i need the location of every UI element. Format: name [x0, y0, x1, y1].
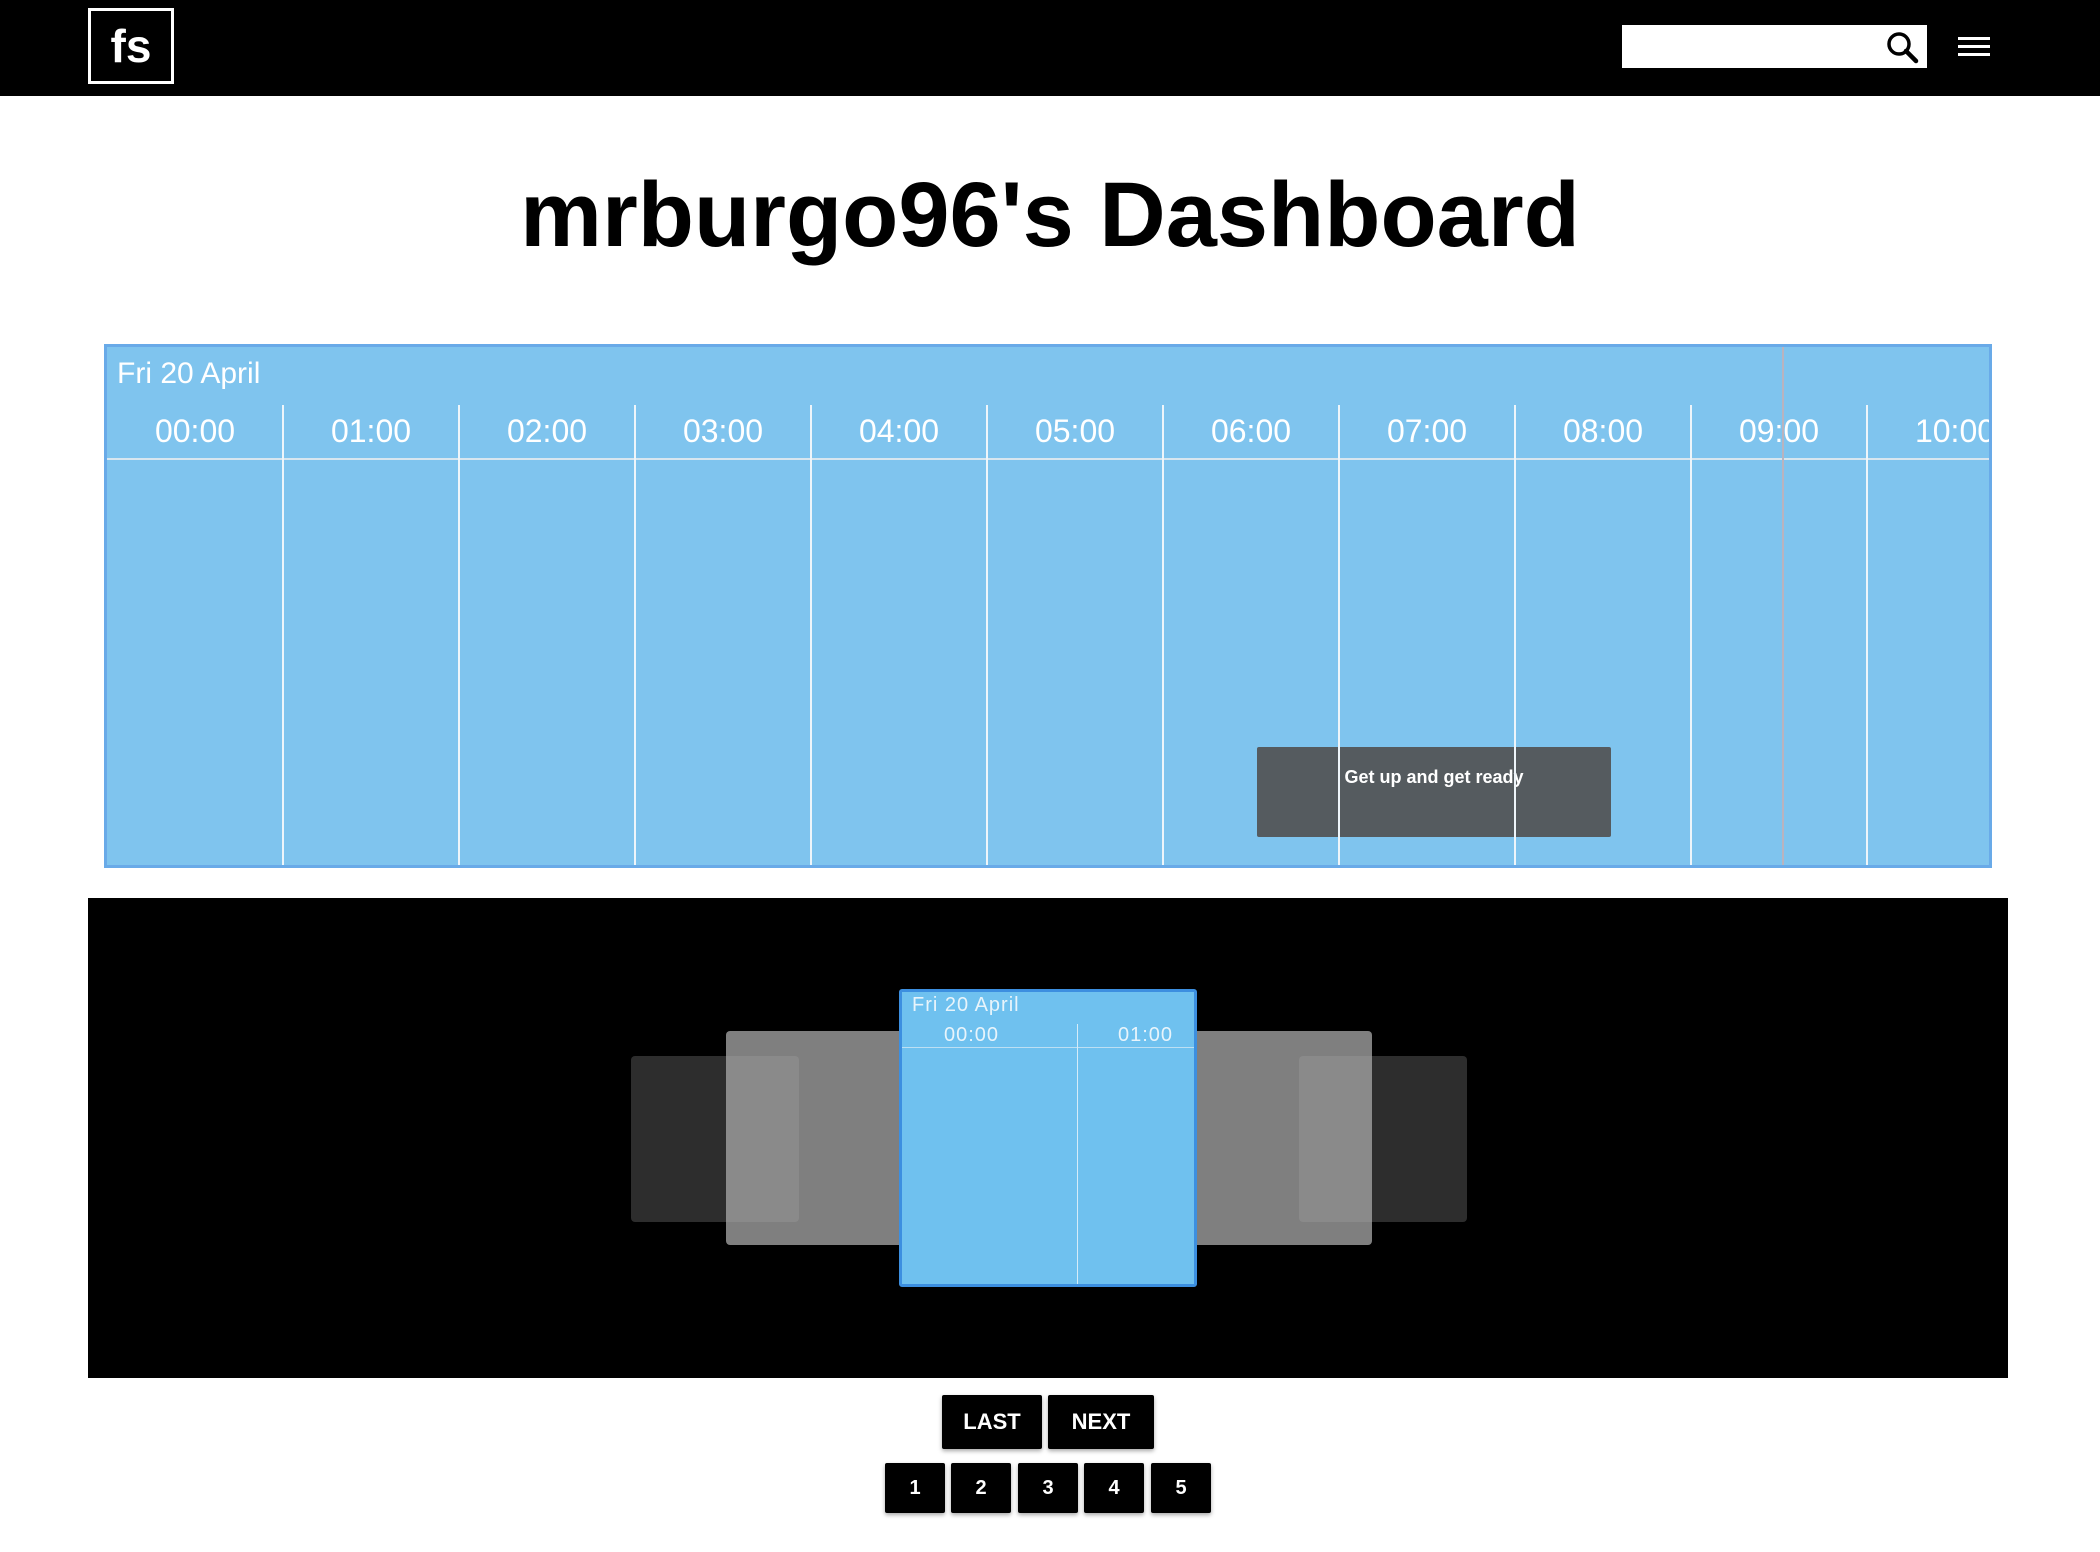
timeline-date: Fri 20 April	[117, 357, 261, 390]
timeline-hour-divider	[810, 405, 812, 865]
timeline-header-divider	[107, 458, 1989, 460]
timeline-hour-label: 00:00	[154, 413, 236, 449]
timeline-hour-label: 08:00	[1562, 413, 1644, 449]
page-button-4[interactable]: 4	[1084, 1463, 1144, 1513]
page-button-3[interactable]: 3	[1018, 1463, 1078, 1513]
timeline-event[interactable]: Get up and get ready	[1257, 747, 1611, 837]
timeline-hour-divider	[1162, 405, 1164, 865]
carousel-card-active[interactable]: Fri 20 April 00:00 01:00	[899, 989, 1197, 1287]
preview-hour: 00:00	[944, 1024, 1000, 1046]
page-button-5[interactable]: 5	[1151, 1463, 1211, 1513]
timeline-hour-divider	[1690, 405, 1692, 865]
preview-header-divider	[902, 1047, 1194, 1048]
event-label: Get up and get ready	[1344, 767, 1524, 787]
page-title: mrburgo96's Dashboard	[520, 164, 1580, 266]
timeline-hour-label: 05:00	[1034, 413, 1116, 449]
page-button-1[interactable]: 1	[885, 1463, 945, 1513]
timeline-hour-label: 07:00	[1386, 413, 1468, 449]
timeline-hour-divider	[282, 405, 284, 865]
top-navbar: fs	[0, 0, 2100, 96]
timeline-hour-label: 10:00	[1914, 413, 1992, 449]
last-button[interactable]: LAST	[942, 1395, 1042, 1449]
timeline-hour-divider	[986, 405, 988, 865]
page-button-2[interactable]: 2	[951, 1463, 1011, 1513]
day-timeline[interactable]: Fri 20 April Get up and get ready 00:00 0…	[104, 344, 1992, 868]
preview-date: Fri 20 April	[912, 994, 1020, 1016]
logo[interactable]: fs	[88, 8, 174, 84]
carousel-card[interactable]	[1170, 1031, 1372, 1245]
timeline-hour-label: 03:00	[682, 413, 764, 449]
carousel-card[interactable]	[726, 1031, 926, 1245]
timeline-hour-label: 04:00	[858, 413, 940, 449]
timeline-hour-label: 09:00	[1738, 413, 1820, 449]
search-input[interactable]	[1622, 25, 1893, 68]
next-button[interactable]: NEXT	[1048, 1395, 1154, 1449]
timeline-hour-divider	[1866, 405, 1868, 865]
dashboard-carousel: Fri 20 April 00:00 01:00	[88, 898, 2008, 1378]
preview-column-divider	[1077, 1024, 1078, 1284]
timeline-hour-label: 02:00	[506, 413, 588, 449]
hamburger-menu-icon[interactable]	[1958, 35, 1992, 59]
search-box	[1622, 25, 1927, 68]
timeline-hour-divider	[458, 405, 460, 865]
timeline-hour-divider	[634, 405, 636, 865]
timeline-hour-divider	[1514, 405, 1516, 865]
timeline-hour-label: 01:00	[330, 413, 412, 449]
preview-hour: 01:00	[1118, 1024, 1174, 1046]
search-icon[interactable]	[1879, 25, 1927, 68]
timeline-hour-divider	[1338, 405, 1340, 865]
timeline-hour-label: 06:00	[1210, 413, 1292, 449]
